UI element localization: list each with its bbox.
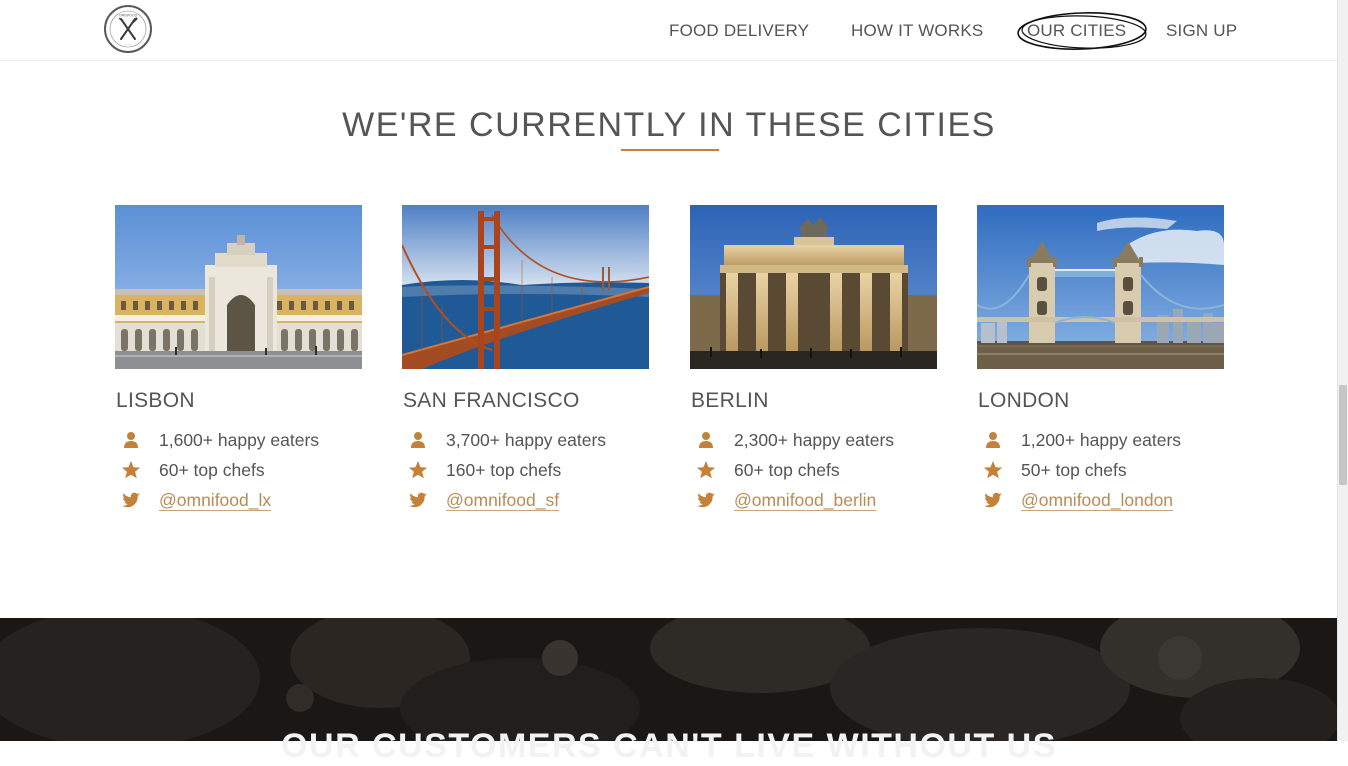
stat-eaters: 1,200+ happy eaters xyxy=(977,428,1224,452)
nav-sign-up[interactable]: SIGN UP xyxy=(1166,19,1237,43)
london-photo xyxy=(977,205,1224,369)
city-name: LISBON xyxy=(116,389,195,412)
happy-eaters-count: 1,200+ happy eaters xyxy=(1021,430,1182,450)
person-icon xyxy=(986,432,1000,448)
stat-twitter: @omnifood_sf xyxy=(402,488,649,512)
stat-chefs: 160+ top chefs xyxy=(402,458,649,482)
page: OMNIFOOD ——— FOOD DELIVERY HOW IT WORKS … xyxy=(0,0,1338,765)
scrollbar-thumb[interactable] xyxy=(1339,385,1347,485)
testimonials-title: OUR CUSTOMERS CAN'T LIVE WITHOUT US xyxy=(281,727,1057,766)
lisbon-photo xyxy=(115,205,362,369)
testimonials-background xyxy=(0,618,1338,741)
svg-text:———: ——— xyxy=(124,43,132,46)
stat-eaters: 1,600+ happy eaters xyxy=(115,428,362,452)
stat-twitter: @omnifood_lx xyxy=(115,488,362,512)
top-chefs-count: 60+ top chefs xyxy=(159,460,265,480)
stat-chefs: 50+ top chefs xyxy=(977,458,1224,482)
top-chefs-count: 50+ top chefs xyxy=(1021,460,1127,480)
person-icon xyxy=(124,432,138,448)
star-icon xyxy=(696,461,716,479)
star-icon xyxy=(121,461,141,479)
twitter-link[interactable]: @omnifood_london xyxy=(1021,490,1174,511)
happy-eaters-count: 1,600+ happy eaters xyxy=(159,430,320,450)
happy-eaters-count: 2,300+ happy eaters xyxy=(734,430,895,450)
star-icon xyxy=(408,461,428,479)
top-chefs-count: 60+ top chefs xyxy=(734,460,840,480)
nav-food-delivery[interactable]: FOOD DELIVERY xyxy=(669,19,809,43)
stat-twitter: @omnifood_london xyxy=(977,488,1224,512)
city-name: SAN FRANCISCO xyxy=(403,389,580,412)
nav-our-cities[interactable]: OUR CITIES xyxy=(1027,19,1126,43)
city-name: BERLIN xyxy=(691,389,769,412)
navbar: OMNIFOOD ——— FOOD DELIVERY HOW IT WORKS … xyxy=(0,0,1338,61)
twitter-icon xyxy=(409,492,427,508)
twitter-icon xyxy=(697,492,715,508)
twitter-icon xyxy=(122,492,140,508)
omnifood-logo[interactable]: OMNIFOOD ——— xyxy=(104,5,152,53)
twitter-icon xyxy=(984,492,1002,508)
stat-eaters: 3,700+ happy eaters xyxy=(402,428,649,452)
svg-text:OMNIFOOD: OMNIFOOD xyxy=(119,14,137,18)
berlin-photo xyxy=(690,205,937,369)
scrollbar[interactable] xyxy=(1337,0,1348,741)
cities-section-title: WE'RE CURRENTLY IN THESE CITIES xyxy=(342,106,996,145)
top-chefs-count: 160+ top chefs xyxy=(446,460,562,480)
nav-how-it-works[interactable]: HOW IT WORKS xyxy=(851,19,983,43)
title-divider xyxy=(621,149,719,151)
twitter-link[interactable]: @omnifood_berlin xyxy=(734,490,877,511)
twitter-link[interactable]: @omnifood_lx xyxy=(159,490,272,511)
fork-knife-icon: OMNIFOOD ——— xyxy=(109,10,147,48)
stat-chefs: 60+ top chefs xyxy=(115,458,362,482)
star-icon xyxy=(983,461,1003,479)
stat-twitter: @omnifood_berlin xyxy=(690,488,937,512)
stat-eaters: 2,300+ happy eaters xyxy=(690,428,937,452)
person-icon xyxy=(699,432,713,448)
stat-chefs: 60+ top chefs xyxy=(690,458,937,482)
twitter-link[interactable]: @omnifood_sf xyxy=(446,490,560,511)
happy-eaters-count: 3,700+ happy eaters xyxy=(446,430,607,450)
san-francisco-photo xyxy=(402,205,649,369)
city-name: LONDON xyxy=(978,389,1070,412)
person-icon xyxy=(411,432,425,448)
